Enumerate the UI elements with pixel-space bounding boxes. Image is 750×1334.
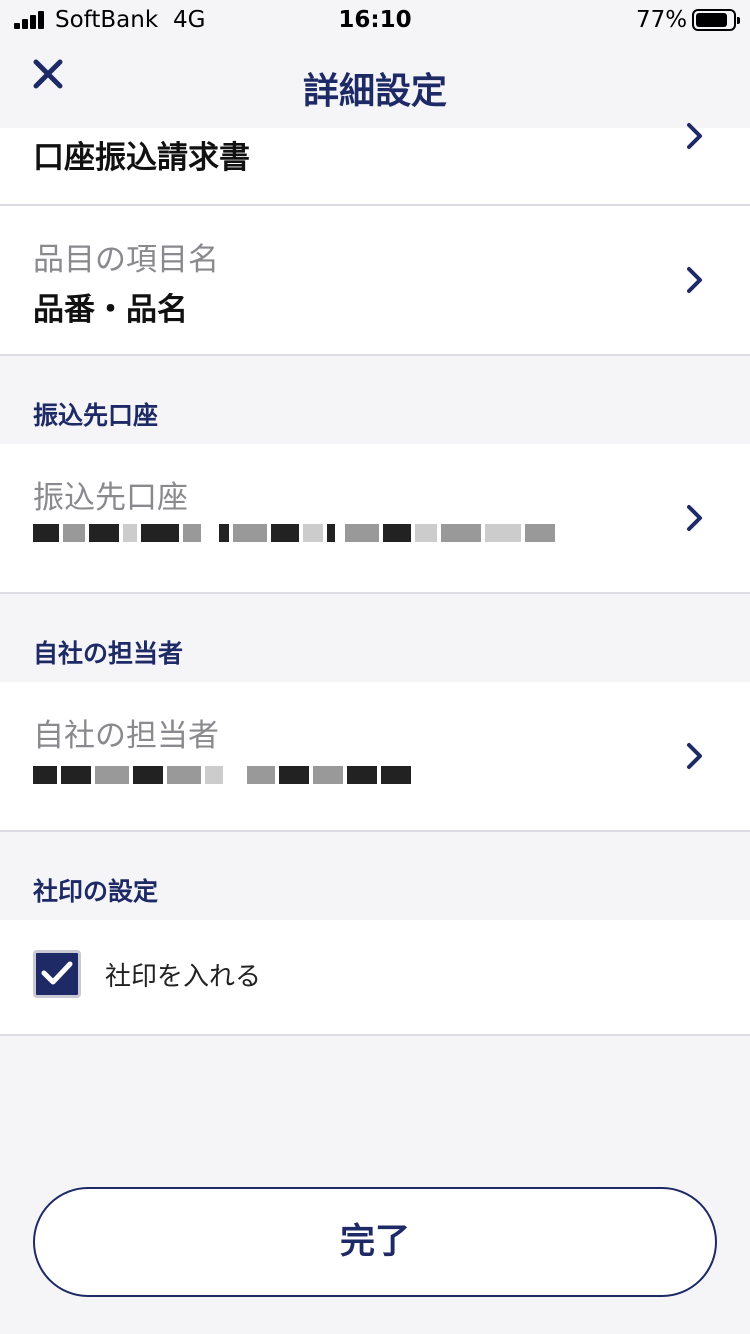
invoice-type-value: 口座振込請求書 — [33, 140, 250, 176]
battery-percent: 77% — [636, 7, 688, 33]
battery-icon — [692, 9, 740, 31]
item-field-name-value: 品番・品名 — [33, 292, 188, 328]
seal-row[interactable]: 社印を入れる — [0, 920, 750, 1036]
section-header-bank-account: 振込先口座 — [33, 401, 159, 430]
section-header-seal: 社印の設定 — [33, 877, 159, 906]
item-field-name-label: 品目の項目名 — [33, 242, 219, 278]
bank-account-row[interactable]: 振込先口座 — [0, 444, 750, 594]
chevron-right-icon — [687, 743, 702, 769]
seal-checkbox-label[interactable]: 社印を入れる — [105, 956, 261, 993]
section-header-staff: 自社の担当者 — [33, 639, 184, 668]
staff-value-redacted — [33, 764, 411, 786]
staff-row[interactable]: 自社の担当者 — [0, 682, 750, 832]
status-bar: SoftBank 4G 16:10 77% — [0, 0, 750, 40]
chevron-right-icon — [687, 267, 702, 293]
invoice-type-row[interactable]: 口座振込請求書 — [0, 123, 750, 206]
bank-account-label: 振込先口座 — [33, 480, 188, 516]
seal-checkbox[interactable] — [33, 950, 81, 998]
nav-bar: 詳細設定 — [0, 40, 750, 128]
check-icon — [41, 961, 73, 985]
chevron-right-icon — [687, 123, 702, 149]
page-title: 詳細設定 — [302, 71, 447, 112]
chevron-right-icon — [687, 505, 702, 531]
staff-label: 自社の担当者 — [33, 718, 219, 754]
item-field-name-row[interactable]: 品目の項目名 品番・品名 — [0, 206, 750, 356]
done-button[interactable]: 完了 — [33, 1187, 717, 1297]
bank-account-value-redacted — [33, 522, 555, 544]
